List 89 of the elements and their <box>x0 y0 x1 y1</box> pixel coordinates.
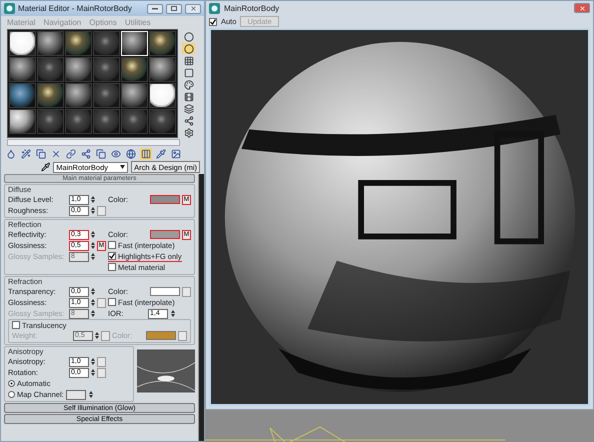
toolbar-button[interactable] <box>140 148 152 160</box>
settings-button[interactable] <box>182 127 195 138</box>
layers-icon <box>184 104 194 114</box>
spinner-icon[interactable] <box>90 194 96 204</box>
checkbox[interactable] <box>108 252 116 260</box>
caret-icon <box>120 165 126 169</box>
toolbar-button[interactable] <box>5 148 17 160</box>
window-title: MainRotorBody <box>224 4 280 12</box>
sphere-button[interactable] <box>182 31 195 42</box>
check-icon <box>210 18 216 24</box>
toolbar-button[interactable] <box>20 148 32 160</box>
copy-icon <box>36 148 46 158</box>
check-icon <box>109 253 115 259</box>
material-slot[interactable] <box>9 83 36 108</box>
minimize-button[interactable] <box>147 4 163 14</box>
settings-icon <box>184 128 194 138</box>
material-slot[interactable] <box>9 109 36 134</box>
checker-button[interactable] <box>182 55 195 66</box>
toolbar-button[interactable] <box>110 148 122 160</box>
share-button[interactable] <box>182 115 195 126</box>
film-button[interactable] <box>182 91 195 102</box>
number-field[interactable] <box>66 390 86 400</box>
toolbar-button[interactable] <box>95 148 107 160</box>
square-button[interactable] <box>182 67 195 78</box>
wand-icon <box>21 148 31 158</box>
checker-icon <box>184 56 194 66</box>
close-button[interactable] <box>185 4 201 14</box>
checkbox[interactable] <box>209 18 217 26</box>
window-title: Material Editor - MainRotorBody <box>18 4 133 13</box>
spinner-icon[interactable] <box>170 308 176 318</box>
toolbar-button[interactable] <box>65 148 77 160</box>
scrollbar[interactable] <box>7 139 180 146</box>
app-icon <box>209 2 220 14</box>
close-icon <box>578 4 586 12</box>
radio-button[interactable] <box>8 391 15 398</box>
globe-icon <box>126 148 136 158</box>
droplet-icon <box>6 148 16 158</box>
share-icon <box>81 148 91 158</box>
app-icon <box>4 3 15 14</box>
toolbar-button[interactable] <box>125 148 137 160</box>
eye-icon <box>111 148 121 158</box>
close-icon <box>190 5 196 12</box>
scrollbar[interactable] <box>198 174 204 441</box>
eyedropper-icon <box>156 148 166 158</box>
toolbar-button[interactable] <box>155 148 167 160</box>
spinner-icon[interactable] <box>90 230 96 240</box>
share-icon <box>184 116 194 126</box>
checkbox[interactable] <box>108 263 116 271</box>
material-slot[interactable] <box>65 57 92 82</box>
layers-button[interactable] <box>182 103 195 114</box>
image-icon <box>171 148 181 158</box>
material-slot[interactable] <box>149 31 176 56</box>
material-slot[interactable] <box>37 31 64 56</box>
material-slot[interactable] <box>149 83 176 108</box>
radio-button[interactable] <box>8 380 15 387</box>
material-slot[interactable] <box>9 57 36 82</box>
material-slot[interactable] <box>121 83 148 108</box>
color-swatch[interactable] <box>150 230 180 239</box>
material-slot[interactable] <box>149 57 176 82</box>
film-icon <box>184 92 194 102</box>
eyedropper-icon[interactable] <box>41 162 50 172</box>
anisotropy-preview-drawing <box>137 349 195 393</box>
spinner-icon[interactable] <box>90 286 96 296</box>
columns-icon <box>141 148 151 158</box>
checkbox[interactable] <box>108 241 116 249</box>
close-icon <box>51 148 61 158</box>
material-slot[interactable] <box>65 31 92 56</box>
close-button[interactable] <box>574 3 590 13</box>
maximize-icon <box>171 6 177 11</box>
material-slot[interactable] <box>65 83 92 108</box>
link-icon <box>66 148 76 158</box>
color-swatch[interactable] <box>150 195 180 204</box>
copy-icon <box>96 148 106 158</box>
palette-button[interactable] <box>182 79 195 90</box>
material-slot[interactable] <box>121 57 148 82</box>
color-swatch[interactable] <box>150 287 180 296</box>
checkbox[interactable] <box>108 298 116 306</box>
toolbar-button[interactable] <box>35 148 47 160</box>
spinner-icon[interactable] <box>88 390 94 400</box>
minimize-icon <box>152 8 158 10</box>
sphere-button[interactable] <box>182 43 195 54</box>
toolbar-button[interactable] <box>80 148 92 160</box>
material-slot[interactable] <box>9 31 36 56</box>
checkbox[interactable] <box>12 321 20 329</box>
palette-icon <box>184 80 194 90</box>
square-icon <box>184 68 194 78</box>
maximize-button[interactable] <box>166 4 182 14</box>
toolbar-button[interactable] <box>170 148 182 160</box>
material-slot[interactable] <box>37 83 64 108</box>
